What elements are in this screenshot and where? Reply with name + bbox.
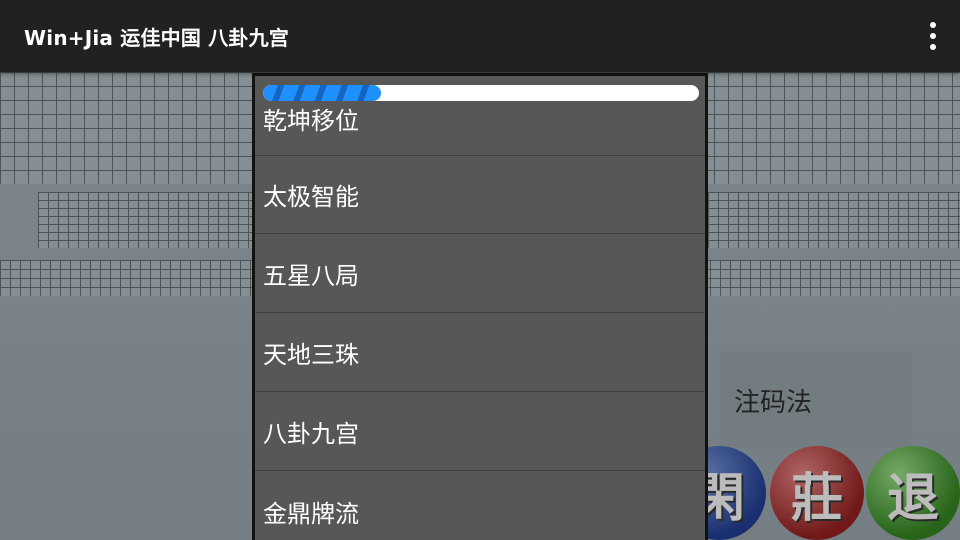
list-item-label: 太极智能	[263, 183, 359, 211]
list-item-label: 乾坤移位	[263, 107, 359, 135]
list-item-label: 八卦九宫	[263, 420, 359, 448]
list-item[interactable]: 八卦九宫	[255, 393, 705, 471]
method-list-popup: 乾坤移位 太极智能 五星八局 天地三珠 八卦九宫 金鼎牌流	[252, 73, 708, 540]
list-item-label: 金鼎牌流	[263, 499, 359, 528]
app-title: Win+Jia 运佳中国 八卦九宫	[24, 26, 290, 50]
list-item-label: 天地三珠	[263, 341, 359, 369]
list-item[interactable]: 金鼎牌流	[255, 472, 705, 540]
overflow-menu-icon[interactable]	[926, 22, 940, 50]
list-item[interactable]: 天地三珠	[255, 314, 705, 392]
app-bar: Win+Jia 运佳中国 八卦九宫	[0, 0, 960, 72]
list-item-label: 五星八局	[263, 262, 359, 290]
list-item[interactable]: 五星八局	[255, 235, 705, 313]
progress-fill	[263, 85, 381, 101]
list-item[interactable]: 太极智能	[255, 156, 705, 234]
scroll-progress-bar	[263, 85, 699, 101]
